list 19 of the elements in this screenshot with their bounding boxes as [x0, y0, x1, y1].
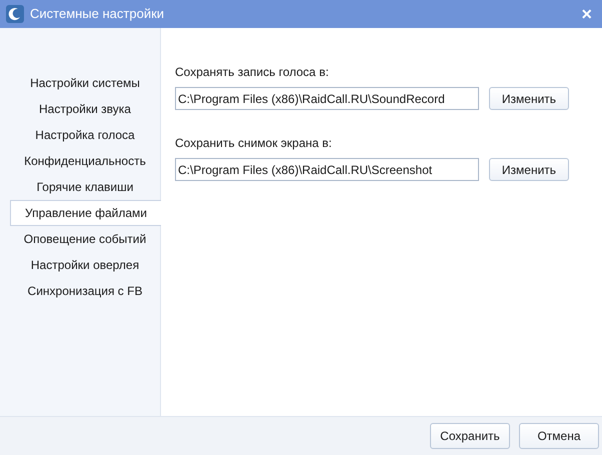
change-button[interactable]: Изменить — [489, 87, 569, 110]
field-label: Сохранить снимок экрана в: — [175, 135, 333, 152]
sidebar-item[interactable]: Настройки звука — [10, 96, 160, 122]
sidebar-item[interactable]: Горячие клавиши — [10, 174, 160, 200]
dialog-button[interactable]: Отмена — [519, 423, 599, 449]
sidebar-item[interactable]: Оповещение событий — [10, 226, 160, 252]
sidebar-item[interactable]: Настройки системы — [10, 70, 160, 96]
change-button[interactable]: Изменить — [489, 158, 569, 181]
path-field[interactable]: C:\Program Files (x86)\RaidCall.RU\Screenshot — [175, 158, 479, 181]
window-title: Системные настройки — [30, 5, 166, 24]
sidebar-item[interactable]: Конфиденциальность — [10, 148, 160, 174]
field-label: Сохранять запись голоса в: — [175, 64, 330, 81]
app-logo-icon — [6, 5, 24, 23]
sidebar-item[interactable]: Настройки оверлея — [10, 252, 160, 278]
sidebar-item[interactable]: Настройка голоса — [10, 122, 160, 148]
path-field[interactable]: C:\Program Files (x86)\RaidCall.RU\SoundRecord — [175, 87, 479, 110]
dialog-button[interactable]: Сохранить — [430, 423, 510, 449]
sidebar-item[interactable]: Синхронизация с FB — [10, 278, 160, 304]
sidebar-item[interactable]: Управление файлами — [10, 200, 161, 226]
